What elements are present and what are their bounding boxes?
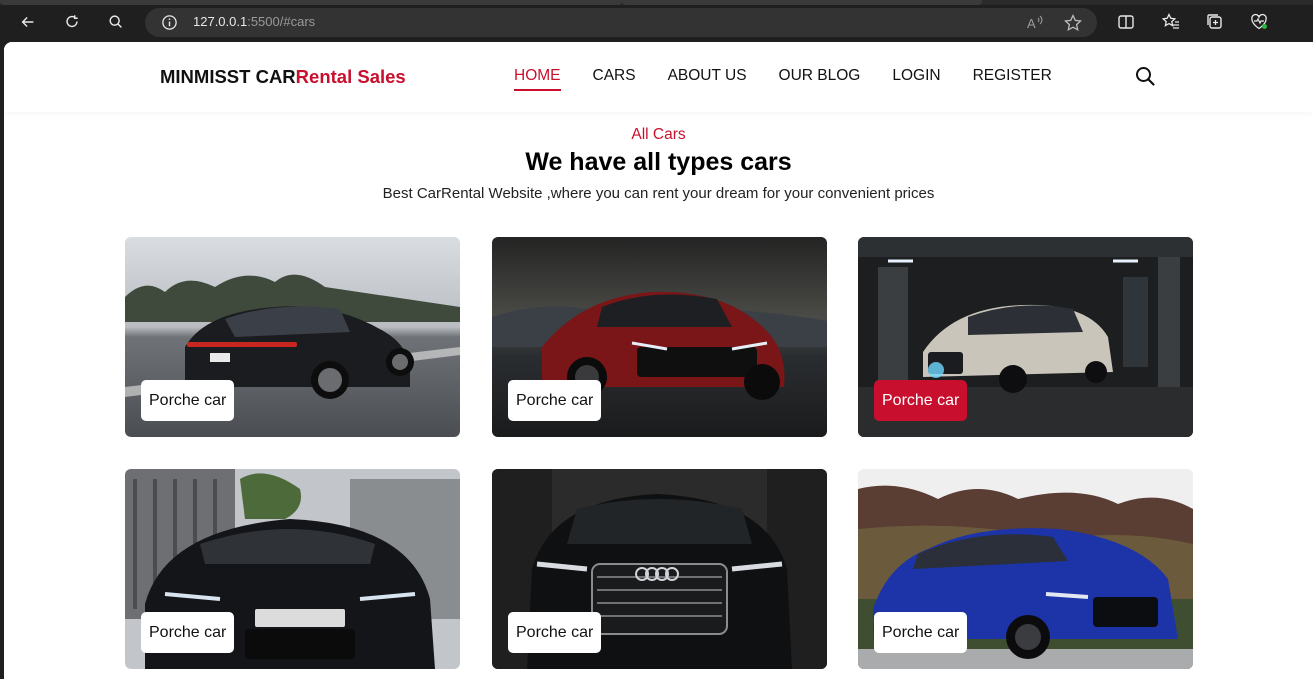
main-nav: HOME CARS ABOUT US OUR BLOG LOGIN REGIST… bbox=[514, 67, 1084, 91]
browser-toolbar: 127.0.0.1:5500/#cars A bbox=[0, 0, 1313, 44]
info-icon[interactable] bbox=[161, 14, 178, 31]
svg-text:A: A bbox=[1027, 16, 1036, 31]
search-icon[interactable] bbox=[104, 10, 128, 34]
car-label[interactable]: Porche car bbox=[508, 380, 602, 421]
car-card[interactable]: Porche car bbox=[125, 237, 460, 437]
address-bar[interactable]: 127.0.0.1:5500/#cars A bbox=[145, 8, 1097, 37]
refresh-icon[interactable] bbox=[60, 10, 84, 34]
nav-cars[interactable]: CARS bbox=[593, 67, 636, 91]
split-screen-icon[interactable] bbox=[1116, 12, 1136, 32]
logo-accent: Rental Sales bbox=[295, 66, 406, 87]
car-label[interactable]: Porche car bbox=[141, 612, 235, 653]
car-label[interactable]: Porche car bbox=[508, 612, 602, 653]
url-text[interactable]: 127.0.0.1:5500/#cars bbox=[193, 14, 315, 29]
car-card[interactable]: Porche car bbox=[492, 469, 827, 669]
web-page: MINMISST CARRental Sales HOME CARS ABOUT… bbox=[4, 42, 1313, 679]
section-title: We have all types cars bbox=[525, 148, 792, 176]
collections-icon[interactable] bbox=[1205, 12, 1225, 32]
car-label[interactable]: Porche car bbox=[141, 380, 235, 421]
search-icon[interactable] bbox=[1134, 65, 1156, 87]
nav-home[interactable]: HOME bbox=[514, 67, 561, 91]
site-logo[interactable]: MINMISST CARRental Sales bbox=[160, 66, 406, 88]
section-description: Best CarRental Website ,where you can re… bbox=[382, 185, 935, 202]
car-card[interactable]: Porche car bbox=[125, 469, 460, 669]
back-icon[interactable] bbox=[16, 10, 40, 34]
logo-main: MINMISST CAR bbox=[160, 66, 296, 87]
site-header: MINMISST CARRental Sales HOME CARS ABOUT… bbox=[4, 42, 1313, 112]
car-label[interactable]: Porche car bbox=[874, 612, 968, 653]
read-aloud-icon[interactable]: A bbox=[1025, 13, 1045, 33]
section-subtitle: All Cars bbox=[631, 126, 686, 143]
nav-register[interactable]: REGISTER bbox=[973, 67, 1052, 91]
car-card[interactable]: Porche car bbox=[858, 469, 1193, 669]
car-card[interactable]: Porche car bbox=[492, 237, 827, 437]
nav-login[interactable]: LOGIN bbox=[892, 67, 940, 91]
car-label[interactable]: Porche car bbox=[874, 380, 968, 421]
tab-strip bbox=[0, 0, 1313, 5]
nav-about-us[interactable]: ABOUT US bbox=[668, 67, 747, 91]
nav-our-blog[interactable]: OUR BLOG bbox=[779, 67, 861, 91]
car-card[interactable]: Porche car bbox=[858, 237, 1193, 437]
favorite-star-icon[interactable] bbox=[1063, 13, 1083, 33]
browser-essentials-icon[interactable] bbox=[1249, 12, 1269, 32]
favorites-icon[interactable] bbox=[1161, 12, 1181, 32]
